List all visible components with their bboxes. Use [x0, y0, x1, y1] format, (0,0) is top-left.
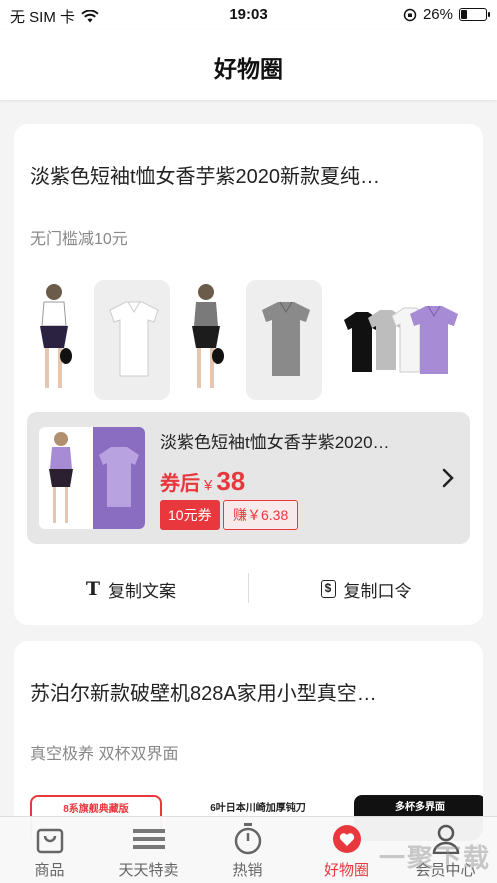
copy-code-button[interactable]: $ 复制口令 [249, 569, 483, 609]
coupon-badge: 10元券 [160, 500, 220, 530]
product-link-card[interactable]: 淡紫色短袖t恤女香芋紫2020… 券后 ¥ 38 10元券 赚￥6.38 [27, 412, 470, 544]
tab-daily-sale[interactable]: 天天特卖 [99, 821, 198, 883]
tab-member-center[interactable]: 会员中心 [396, 821, 495, 883]
product-image-white[interactable] [30, 280, 170, 400]
tab-hot[interactable]: 热销 [198, 821, 297, 883]
heart-icon [332, 825, 361, 853]
feed-card[interactable]: 苏泊尔新款破壁机828A家用小型真空… 真空极养 双杯双界面 8系旗舰典藏版 6… [14, 641, 483, 841]
post-subtitle: 无门槛减10元 [30, 231, 128, 248]
nav-header: 好物圈 [0, 30, 497, 100]
timer-icon [234, 823, 261, 855]
post-title: 苏泊尔新款破壁机828A家用小型真空… [30, 683, 377, 705]
person-icon [432, 824, 459, 854]
product-name: 淡紫色短袖t恤女香芋紫2020… [160, 433, 390, 452]
price-value: 38 [216, 466, 246, 496]
text-icon: T [85, 578, 101, 600]
code-icon: $ [320, 580, 336, 598]
chevron-right-icon [442, 468, 454, 488]
status-bar: 无 SIM 卡 19:03 26% [0, 0, 497, 30]
earn-badge: 赚￥6.38 [223, 500, 299, 530]
tab-products[interactable]: 商品 [0, 821, 99, 883]
copy-code-label: 复制口令 [343, 581, 412, 601]
currency-symbol: ¥ [204, 477, 213, 494]
price-label: 券后 [160, 473, 200, 495]
bag-icon [36, 828, 63, 854]
battery-icon [459, 8, 490, 21]
product-image-colors[interactable] [334, 280, 474, 400]
copy-text-button[interactable]: T 复制文案 [14, 569, 248, 609]
post-subtitle: 真空极养 双杯双界面 [30, 746, 179, 763]
feed-card[interactable]: 淡紫色短袖t恤女香芋紫2020新款夏纯… 无门槛减10元 淡紫色短袖t恤女香芋紫… [14, 124, 483, 625]
tab-good-things[interactable]: 好物圈 [297, 821, 396, 883]
orientation-lock-icon [403, 8, 417, 21]
product-thumbnail [39, 427, 145, 529]
tab-bar: 商品 天天特卖 热销 好物圈 会员中心 [0, 816, 497, 883]
battery-percent: 26% [422, 6, 453, 23]
page-title: 好物圈 [214, 56, 283, 82]
post-title: 淡紫色短袖t恤女香芋紫2020新款夏纯… [30, 166, 381, 188]
image-gallery [30, 280, 474, 400]
product-image-gray[interactable] [182, 280, 322, 400]
action-bar: T 复制文案 $ 复制口令 [14, 569, 483, 609]
copy-text-label: 复制文案 [108, 581, 177, 601]
list-icon [132, 829, 165, 849]
price-after-coupon: 券后 ¥ 38 [160, 466, 245, 497]
